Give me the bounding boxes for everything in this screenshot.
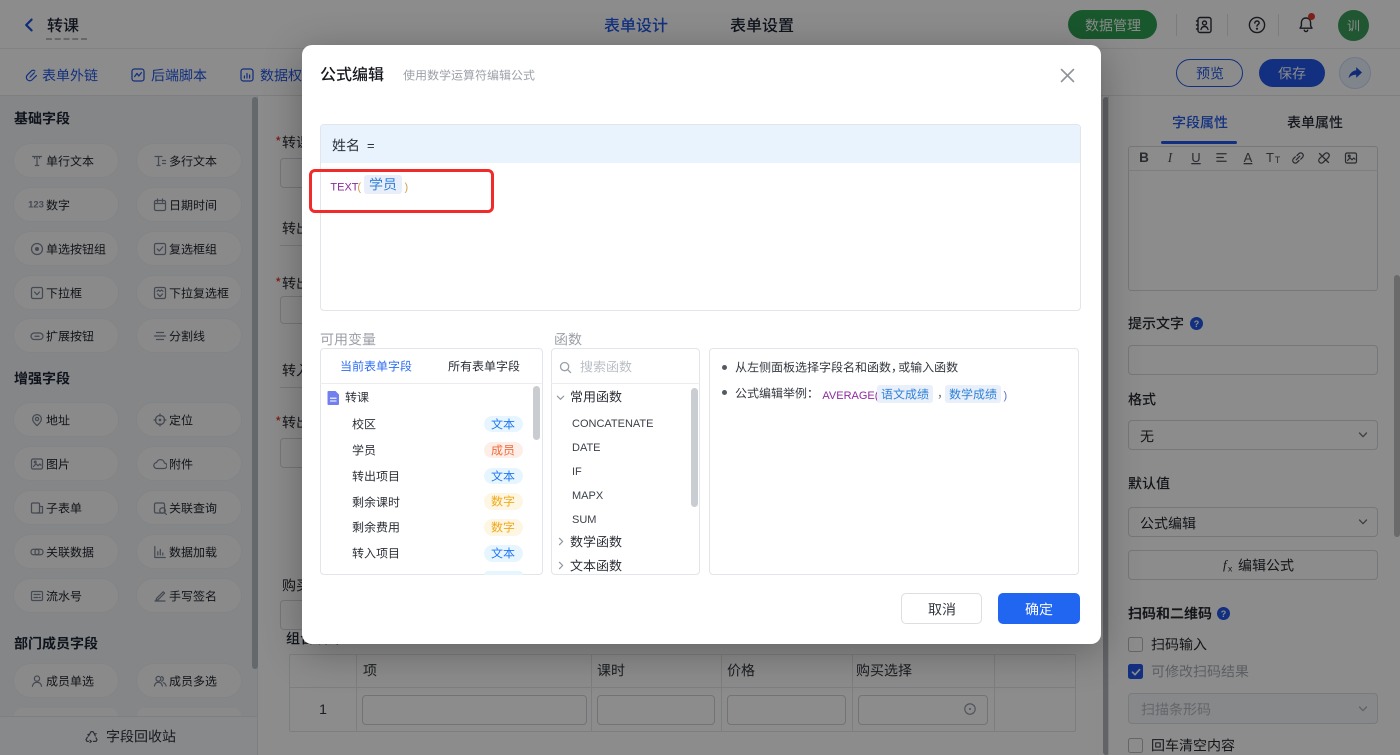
svg-text:CONCATENATE: CONCATENATE [572,418,654,430]
svg-text:SUM: SUM [572,514,596,526]
svg-text:IF: IF [572,466,582,478]
svg-text:AVERAGE(: AVERAGE( [822,390,878,402]
svg-text:=: = [367,138,375,153]
svg-text:DATE: DATE [572,442,601,454]
svg-text:MAPX: MAPX [572,490,604,502]
svg-text:): ) [1004,390,1008,402]
